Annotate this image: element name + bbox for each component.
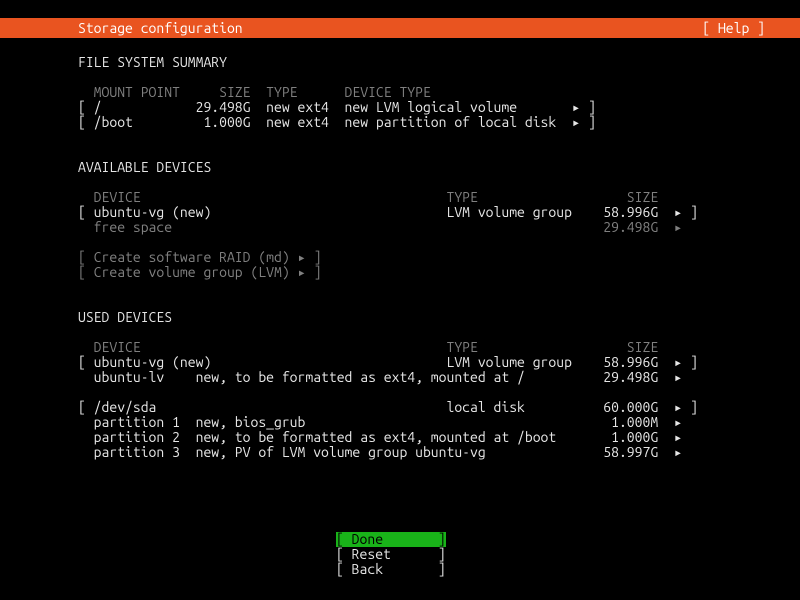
fss-row-root[interactable]: [ / 29.498G new ext4 new LVM logical vol… (78, 100, 748, 115)
done-button[interactable]: [ Done ] (336, 532, 446, 547)
section-available-devices: AVAILABLE DEVICES (78, 160, 748, 175)
used-row-ubuntu-lv[interactable]: ubuntu-lv new, to be formatted as ext4, … (78, 370, 748, 385)
help-button[interactable]: [ Help ] (702, 18, 765, 38)
used-row-ubuntu-vg[interactable]: [ ubuntu-vg (new) LVM volume group 58.99… (78, 355, 748, 370)
create-software-raid-button[interactable]: [ Create software RAID (md) ▸ ] (78, 250, 748, 265)
back-button[interactable]: [ Back ] (336, 562, 800, 577)
avail-header: DEVICE TYPE SIZE (78, 190, 748, 205)
fss-row-boot[interactable]: [ /boot 1.000G new ext4 new partition of… (78, 115, 748, 130)
footer-buttons: [ Done ] [ Reset ] [ Back ] (0, 532, 800, 577)
header-bar: Storage configuration [ Help ] (0, 18, 800, 38)
reset-button[interactable]: [ Reset ] (336, 547, 800, 562)
main-content: FILE SYSTEM SUMMARY MOUNT POINT SIZE TYP… (78, 55, 748, 460)
section-used-devices: USED DEVICES (78, 310, 748, 325)
used-row-partition-3[interactable]: partition 3 new, PV of LVM volume group … (78, 445, 748, 460)
used-row-dev-sda[interactable]: [ /dev/sda local disk 60.000G ▸ ] (78, 400, 748, 415)
used-row-partition-1[interactable]: partition 1 new, bios_grub 1.000M ▸ (78, 415, 748, 430)
create-volume-group-button[interactable]: [ Create volume group (LVM) ▸ ] (78, 265, 748, 280)
used-header: DEVICE TYPE SIZE (78, 340, 748, 355)
avail-row-free-space[interactable]: free space 29.498G ▸ (78, 220, 748, 235)
used-row-partition-2[interactable]: partition 2 new, to be formatted as ext4… (78, 430, 748, 445)
avail-row-ubuntu-vg[interactable]: [ ubuntu-vg (new) LVM volume group 58.99… (78, 205, 748, 220)
section-file-system-summary: FILE SYSTEM SUMMARY (78, 55, 748, 70)
page-title: Storage configuration (78, 18, 243, 38)
fss-header: MOUNT POINT SIZE TYPE DEVICE TYPE (78, 85, 748, 100)
